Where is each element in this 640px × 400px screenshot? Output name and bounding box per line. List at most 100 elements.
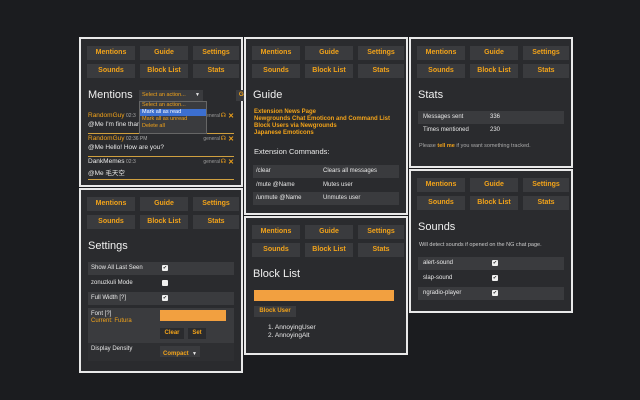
checkbox[interactable]: ✔: [492, 290, 498, 296]
list-item[interactable]: 2. AnnoyingAlt: [268, 332, 316, 340]
tab-sounds[interactable]: Sounds: [252, 64, 300, 78]
tab-settings[interactable]: Settings: [193, 46, 239, 60]
checkbox[interactable]: ✔: [162, 265, 168, 271]
mention-user[interactable]: RandomGuy: [88, 135, 125, 142]
tab-sounds[interactable]: Sounds: [252, 243, 300, 257]
tab-mentions[interactable]: Mentions: [417, 178, 465, 192]
chevron-down-icon: ▼: [192, 351, 197, 357]
command-row: /clear Clears all messages: [253, 165, 399, 178]
tab-settings[interactable]: Settings: [358, 46, 404, 60]
tab-stats[interactable]: Stats: [523, 64, 569, 78]
link-block-users[interactable]: Block Users via Newgrounds: [254, 123, 390, 130]
mention-user[interactable]: DankMemes: [88, 158, 124, 165]
tab-stats[interactable]: Stats: [358, 243, 404, 257]
mention-channel: general: [203, 159, 220, 165]
sound-name: ngradio-player: [423, 290, 462, 296]
list-item[interactable]: 1. AnnoyingUser: [268, 324, 316, 332]
tab-sounds[interactable]: Sounds: [87, 64, 135, 78]
mention-time: 02:36 PM: [126, 136, 148, 142]
checkbox[interactable]: [162, 280, 168, 286]
stats-panel: Mentions Guide Settings Sounds Block Lis…: [409, 37, 573, 168]
mention-user[interactable]: RandomGuy: [88, 112, 125, 119]
blocked-users-list: 1. AnnoyingUser 2. AnnoyingAlt: [268, 324, 316, 340]
dropdown-option[interactable]: Select an action...: [140, 102, 206, 109]
tab-block-list[interactable]: Block List: [305, 64, 353, 78]
stat-row: Times mentioned 230: [418, 124, 564, 137]
mentions-panel: Mentions Guide Settings Sounds Block Lis…: [79, 37, 250, 187]
sounds-panel: Mentions Guide Settings Sounds Block Lis…: [409, 169, 573, 313]
block-user-input[interactable]: [254, 290, 394, 301]
command-desc: Clears all messages: [323, 168, 378, 174]
mention-time: 02:3: [126, 113, 136, 119]
block-user-button[interactable]: Block User: [254, 306, 296, 317]
font-input[interactable]: [160, 310, 226, 321]
tab-settings[interactable]: Settings: [523, 46, 569, 60]
tab-guide[interactable]: Guide: [140, 197, 188, 211]
tab-stats[interactable]: Stats: [523, 196, 569, 210]
tab-block-list[interactable]: Block List: [140, 215, 188, 229]
tab-guide[interactable]: Guide: [305, 46, 353, 60]
tell-me-link[interactable]: tell me: [437, 143, 454, 149]
tab-guide[interactable]: Guide: [470, 178, 518, 192]
dropdown-option[interactable]: Mark all as unread: [140, 116, 206, 123]
action-select[interactable]: Select an action... ▼: [139, 90, 203, 101]
link-news[interactable]: Extension News Page: [254, 109, 390, 116]
tab-mentions[interactable]: Mentions: [252, 225, 300, 239]
tab-block-list[interactable]: Block List: [140, 64, 188, 78]
stat-row: Messages sent 336: [418, 111, 564, 124]
tab-settings[interactable]: Settings: [358, 225, 404, 239]
tab-block-list[interactable]: Block List: [470, 196, 518, 210]
checkbox[interactable]: ✔: [492, 275, 498, 281]
checkbox[interactable]: ✔: [492, 260, 498, 266]
blocklist-panel: Mentions Guide Settings Sounds Block Lis…: [244, 216, 408, 355]
tab-stats[interactable]: Stats: [358, 64, 404, 78]
tab-mentions[interactable]: Mentions: [87, 197, 135, 211]
sound-name: alert-sound: [423, 260, 454, 266]
tab-settings[interactable]: Settings: [523, 178, 569, 192]
tab-stats[interactable]: Stats: [193, 215, 239, 229]
close-icon[interactable]: ✕: [228, 135, 234, 143]
mention-time: 02:3: [126, 159, 136, 165]
commands-title: Extension Commands:: [254, 147, 330, 156]
dropdown-option[interactable]: Delete all: [140, 123, 206, 130]
page-title: Sounds: [418, 221, 456, 233]
dropdown-option[interactable]: Mark all as read: [140, 109, 206, 116]
tab-guide[interactable]: Guide: [470, 46, 518, 60]
tab-mentions[interactable]: Mentions: [87, 46, 135, 60]
command-name: /clear: [256, 168, 271, 174]
command-row: /unmute @Name Unmutes user: [253, 192, 399, 205]
guide-links: Extension News Page Newgrounds Chat Emot…: [254, 109, 390, 137]
tab-sounds[interactable]: Sounds: [417, 196, 465, 210]
tab-guide[interactable]: Guide: [305, 225, 353, 239]
page-title: Mentions: [88, 89, 133, 101]
tab-block-list[interactable]: Block List: [470, 64, 518, 78]
clear-button[interactable]: Clear: [160, 328, 184, 339]
tab-mentions[interactable]: Mentions: [417, 46, 465, 60]
font-label: Font [?]: [91, 311, 112, 317]
sound-row: alert-sound ✔: [418, 257, 564, 270]
reply-icon[interactable]: ☊: [221, 135, 226, 142]
density-select[interactable]: Compact ▼: [160, 346, 200, 357]
sound-row: ngradio-player ✔: [418, 287, 564, 300]
tab-guide[interactable]: Guide: [140, 46, 188, 60]
action-dropdown: Select an action... Mark all as read Mar…: [139, 101, 207, 134]
setting-row: Full Width [?] ✔: [88, 292, 234, 305]
tab-mentions[interactable]: Mentions: [252, 46, 300, 60]
mention-item: RandomGuy 02:36 PM general ☊ ✕ @Me Hello…: [88, 135, 234, 157]
tab-sounds[interactable]: Sounds: [417, 64, 465, 78]
close-icon[interactable]: ✕: [228, 158, 234, 166]
link-emoticons[interactable]: Newgrounds Chat Emoticon and Command Lis…: [254, 116, 390, 123]
command-desc: Mutes user: [323, 182, 353, 188]
close-icon[interactable]: ✕: [228, 112, 234, 120]
tab-settings[interactable]: Settings: [193, 197, 239, 211]
tab-block-list[interactable]: Block List: [305, 243, 353, 257]
link-japanese-emoticons[interactable]: Japanese Emoticons: [254, 130, 390, 137]
reply-icon[interactable]: ☊: [221, 158, 226, 165]
reply-icon[interactable]: ☊: [221, 112, 226, 119]
guide-panel: Mentions Guide Settings Sounds Block Lis…: [244, 37, 408, 215]
checkbox[interactable]: ✔: [162, 295, 168, 301]
tab-sounds[interactable]: Sounds: [87, 215, 135, 229]
setting-row: Display Density Compact ▼: [88, 343, 234, 361]
set-button[interactable]: Set: [188, 328, 206, 339]
tab-stats[interactable]: Stats: [193, 64, 239, 78]
